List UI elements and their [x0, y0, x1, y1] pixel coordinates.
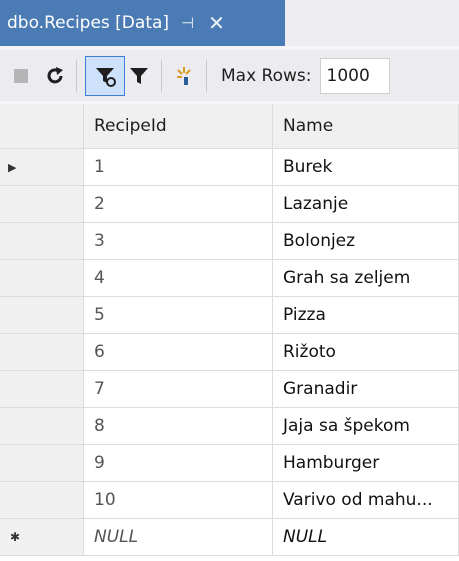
cell-name[interactable]: Pizza	[273, 297, 459, 334]
cell-recipeid[interactable]: NULL	[84, 519, 273, 556]
row-selector[interactable]	[0, 371, 84, 408]
row-selector[interactable]	[0, 408, 84, 445]
toolbar-separator	[206, 59, 207, 92]
cell-recipeid[interactable]: 5	[84, 297, 273, 334]
table-row[interactable]: ▶ 1 Burek	[0, 149, 459, 186]
cell-recipeid[interactable]: 1	[84, 149, 273, 186]
cell-recipeid[interactable]: 3	[84, 223, 273, 260]
cell-recipeid[interactable]: 8	[84, 408, 273, 445]
toolbar-separator	[161, 59, 162, 92]
table-row[interactable]: 6 Rižoto	[0, 334, 459, 371]
table-row[interactable]: 3 Bolonjez	[0, 223, 459, 260]
tab-title: dbo.Recipes [Data]	[7, 13, 170, 33]
row-selector[interactable]: ▶	[0, 149, 84, 186]
row-selector[interactable]	[0, 297, 84, 334]
cell-name[interactable]: Lazanje	[273, 186, 459, 223]
document-tab-bar: dbo.Recipes [Data] ⊣ ✕	[0, 0, 459, 46]
table-row[interactable]: 10 Varivo od mahu...	[0, 482, 459, 519]
cell-name[interactable]: Jaja sa špekom	[273, 408, 459, 445]
pin-icon[interactable]: ⊣	[181, 14, 194, 32]
cell-recipeid[interactable]: 10	[84, 482, 273, 519]
table-row[interactable]: 2 Lazanje	[0, 186, 459, 223]
cell-recipeid[interactable]: 9	[84, 445, 273, 482]
table-row[interactable]: 8 Jaja sa špekom	[0, 408, 459, 445]
row-selector[interactable]	[0, 334, 84, 371]
new-row-icon: ✱	[10, 530, 21, 544]
current-row-icon: ▶	[8, 160, 17, 174]
column-header-recipeid[interactable]: RecipeId	[84, 104, 273, 149]
grid-header-row: RecipeId Name	[0, 104, 459, 149]
new-item-icon[interactable]	[170, 56, 198, 96]
row-selector[interactable]: ✱	[0, 519, 84, 556]
cell-name[interactable]: Burek	[273, 149, 459, 186]
cell-name[interactable]: Varivo od mahu...	[273, 482, 459, 519]
table-row[interactable]: 7 Granadir	[0, 371, 459, 408]
cell-recipeid[interactable]: 7	[84, 371, 273, 408]
cell-recipeid[interactable]: 4	[84, 260, 273, 297]
cell-recipeid[interactable]: 2	[84, 186, 273, 223]
row-selector[interactable]	[0, 186, 84, 223]
filter-icon[interactable]	[125, 56, 153, 96]
column-header-name[interactable]: Name	[273, 104, 459, 149]
cell-name[interactable]: Rižoto	[273, 334, 459, 371]
row-selector[interactable]	[0, 445, 84, 482]
sql-pane-filter-icon[interactable]	[85, 55, 125, 96]
row-selector[interactable]	[0, 260, 84, 297]
close-icon[interactable]: ✕	[208, 11, 225, 35]
cell-name[interactable]: Granadir	[273, 371, 459, 408]
data-toolbar: Max Rows: 1000	[0, 50, 459, 101]
max-rows-label: Max Rows:	[221, 65, 312, 86]
stop-icon[interactable]	[14, 68, 28, 83]
max-rows-input[interactable]: 1000	[319, 57, 390, 94]
refresh-icon[interactable]	[42, 56, 68, 96]
cell-name[interactable]: NULL	[273, 519, 459, 556]
table-row[interactable]: 9 Hamburger	[0, 445, 459, 482]
table-row[interactable]: 4 Grah sa zeljem	[0, 260, 459, 297]
row-header-corner[interactable]	[0, 104, 84, 149]
row-selector[interactable]	[0, 223, 84, 260]
toolbar-separator	[76, 59, 77, 92]
cell-name[interactable]: Hamburger	[273, 445, 459, 482]
cell-recipeid[interactable]: 6	[84, 334, 273, 371]
row-selector[interactable]	[0, 482, 84, 519]
table-row[interactable]: 5 Pizza	[0, 297, 459, 334]
cell-name[interactable]: Grah sa zeljem	[273, 260, 459, 297]
results-grid: RecipeId Name ▶ 1 Burek 2 Lazanje 3 Bolo…	[0, 104, 459, 561]
new-row[interactable]: ✱ NULL NULL	[0, 519, 459, 556]
tab-recipes-data[interactable]: dbo.Recipes [Data] ⊣ ✕	[0, 0, 285, 46]
cell-name[interactable]: Bolonjez	[273, 223, 459, 260]
